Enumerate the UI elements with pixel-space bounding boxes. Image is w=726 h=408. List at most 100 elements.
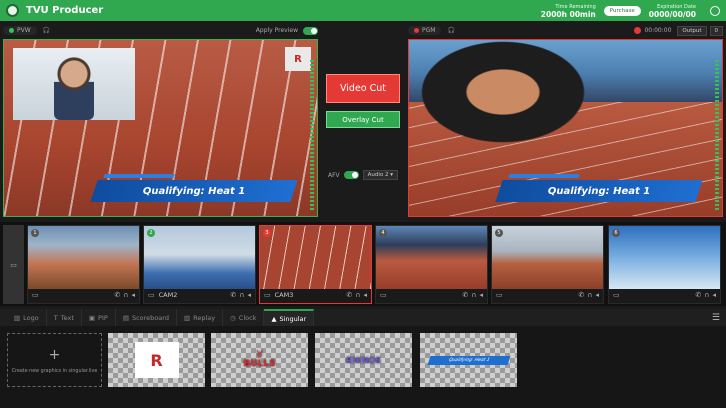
audio-select[interactable]: Audio 2 ▾ bbox=[362, 170, 399, 180]
create-graphics-button[interactable]: + Create new graphics in singular.live bbox=[7, 333, 102, 387]
header-right: Time Remaining 2000h 00min Purchase Expi… bbox=[541, 3, 720, 19]
afv-controls: AFV Audio 2 ▾ bbox=[328, 170, 399, 180]
camera-strip-toggle[interactable]: ▭ bbox=[3, 225, 24, 304]
tab-text[interactable]: T Text bbox=[47, 309, 82, 326]
overlay-cut-button[interactable]: Overlay Cut bbox=[326, 111, 400, 128]
phone-icon[interactable]: ✆ bbox=[462, 291, 468, 299]
headset-icon[interactable]: ∩ bbox=[587, 291, 592, 299]
camera-6-bar: ▭ ✆ ∩ ◂ bbox=[609, 287, 720, 303]
header: TVU Producer Time Remaining 2000h 00min … bbox=[0, 0, 726, 21]
speaker-icon[interactable]: ◂ bbox=[595, 291, 599, 299]
program-bar: PGM 🎧 00:00:00 Output 0 bbox=[408, 22, 723, 39]
camera-3-image bbox=[260, 226, 371, 289]
tab-pip[interactable]: ▣ PIP bbox=[82, 309, 116, 326]
asset-rhinos[interactable]: RHINOS bbox=[315, 333, 412, 387]
headphones-icon[interactable]: 🎧 bbox=[43, 27, 50, 34]
sliders-icon[interactable]: ☰ bbox=[712, 313, 720, 323]
camera-2-image bbox=[144, 226, 255, 289]
pgm-dot-icon bbox=[414, 28, 419, 33]
tab-logo[interactable]: ▨ Logo bbox=[7, 309, 47, 326]
apply-preview-toggle[interactable] bbox=[303, 26, 318, 35]
app-root: TVU Producer Time Remaining 2000h 00min … bbox=[0, 0, 726, 408]
pvw-tag[interactable]: PVW bbox=[3, 26, 37, 35]
runner-image bbox=[419, 40, 629, 170]
camera-tile-5[interactable]: 5 ▭ ✆ ∩ ◂ bbox=[491, 225, 604, 304]
speaker-icon[interactable]: ◂ bbox=[712, 291, 716, 299]
headset-icon[interactable]: ∩ bbox=[123, 291, 128, 299]
tab-clock[interactable]: ◷ Clock bbox=[223, 309, 265, 326]
pvw-dot-icon bbox=[9, 28, 14, 33]
phone-icon[interactable]: ✆ bbox=[695, 291, 701, 299]
video-cut-button[interactable]: Video Cut bbox=[326, 74, 400, 103]
user-icon[interactable] bbox=[710, 5, 720, 16]
audio-select-value: Audio 2 bbox=[367, 172, 389, 178]
camera-tile-6[interactable]: 6 ▭ ✆ ∩ ◂ bbox=[608, 225, 721, 304]
text-icon: T bbox=[53, 313, 58, 322]
camera-2-video-icon[interactable]: ▭ bbox=[148, 291, 155, 299]
scoreboard-icon: ▤ bbox=[122, 313, 129, 322]
camera-3-number: 3 bbox=[263, 229, 271, 237]
camera-3-video-icon[interactable]: ▭ bbox=[264, 291, 271, 299]
expiration-value: 0000/00/00 bbox=[648, 9, 696, 19]
pgm-lower-third: Qualifying: Heat 1 bbox=[495, 180, 703, 202]
apply-preview-label: Apply Preview bbox=[255, 27, 298, 34]
camera-4-video-icon[interactable]: ▭ bbox=[380, 291, 387, 299]
preview-monitor[interactable]: R Qualifying: Heat 1 bbox=[3, 39, 318, 217]
program-monitor[interactable]: Qualifying: Heat 1 bbox=[408, 39, 723, 217]
speaker-icon[interactable]: ◂ bbox=[363, 291, 367, 299]
plus-icon: + bbox=[48, 346, 61, 363]
tab-scoreboard-label: Scoreboard bbox=[131, 313, 169, 322]
phone-icon[interactable]: ✆ bbox=[230, 291, 236, 299]
tab-singular[interactable]: ▲ Singular bbox=[264, 309, 315, 326]
afv-toggle[interactable] bbox=[343, 171, 359, 179]
app-title: TVU Producer bbox=[26, 5, 104, 16]
time-remaining-value: 2000h 00min bbox=[540, 9, 596, 19]
camera-1-image bbox=[28, 226, 139, 289]
camera-6-video-icon[interactable]: ▭ bbox=[613, 291, 620, 299]
phone-icon[interactable]: ✆ bbox=[578, 291, 584, 299]
speaker-icon[interactable]: ◂ bbox=[247, 291, 251, 299]
camera-5-bar: ▭ ✆ ∩ ◂ bbox=[492, 287, 603, 303]
camera-tile-1[interactable]: 1 ▭ ✆ ∩ ◂ bbox=[27, 225, 140, 304]
create-graphics-label: Create new graphics in singular.live bbox=[11, 368, 98, 374]
camera-1-video-icon[interactable]: ▭ bbox=[32, 291, 39, 299]
audio-meter bbox=[310, 60, 314, 210]
camera-tile-4[interactable]: 4 ▭ ✆ ∩ ◂ bbox=[375, 225, 488, 304]
pgm-tag[interactable]: PGM bbox=[408, 26, 442, 35]
clock-icon: ◷ bbox=[230, 313, 236, 322]
camera-5-video-icon[interactable]: ▭ bbox=[496, 291, 503, 299]
tab-text-label: Text bbox=[60, 313, 74, 322]
speaker-icon[interactable]: ◂ bbox=[479, 291, 483, 299]
phone-icon[interactable]: ✆ bbox=[114, 291, 120, 299]
headset-icon[interactable]: ∩ bbox=[704, 291, 709, 299]
camera-tile-3[interactable]: 3 ▭ CAM3 ✆ ∩ ◂ bbox=[259, 225, 372, 304]
camera-tile-2[interactable]: 2 ▭ CAM2 ✆ ∩ ◂ bbox=[143, 225, 256, 304]
output-select[interactable]: Output bbox=[677, 25, 707, 36]
tab-scoreboard[interactable]: ▤ Scoreboard bbox=[116, 309, 177, 326]
asset-bulls[interactable]: ♉ BULLS bbox=[211, 333, 308, 387]
tab-replay[interactable]: ▥ Replay bbox=[177, 309, 224, 326]
asset-r-logo[interactable]: R bbox=[108, 333, 205, 387]
afv-label: AFV bbox=[328, 171, 340, 179]
lower-third-accent bbox=[103, 174, 175, 178]
pgm-lower-third-text: Qualifying: Heat 1 bbox=[547, 185, 651, 197]
time-remaining: Time Remaining 2000h 00min bbox=[541, 3, 596, 19]
headset-icon[interactable]: ∩ bbox=[355, 291, 360, 299]
record-icon[interactable] bbox=[634, 27, 642, 34]
output-count: 0 bbox=[709, 25, 723, 36]
program-timer: 00:00:00 bbox=[644, 27, 672, 34]
camera-6-image bbox=[609, 226, 720, 289]
replay-icon: ▥ bbox=[183, 313, 191, 322]
camera-1-number: 1 bbox=[31, 229, 39, 237]
logo-bug: R bbox=[285, 47, 311, 71]
phone-icon[interactable]: ✆ bbox=[346, 291, 352, 299]
headset-icon[interactable]: ∩ bbox=[239, 291, 244, 299]
pgm-headphones-icon[interactable]: 🎧 bbox=[447, 27, 454, 34]
camera-2-label: CAM2 bbox=[158, 291, 178, 299]
purchase-button[interactable]: Purchase bbox=[603, 5, 641, 16]
headset-icon[interactable]: ∩ bbox=[471, 291, 476, 299]
asset-lower-third[interactable]: Qualifying: Heat 1 bbox=[420, 333, 517, 387]
preview-bar: PVW 🎧 Apply Preview bbox=[3, 22, 318, 39]
speaker-icon[interactable]: ◂ bbox=[131, 291, 135, 299]
camera-4-image bbox=[376, 226, 487, 289]
